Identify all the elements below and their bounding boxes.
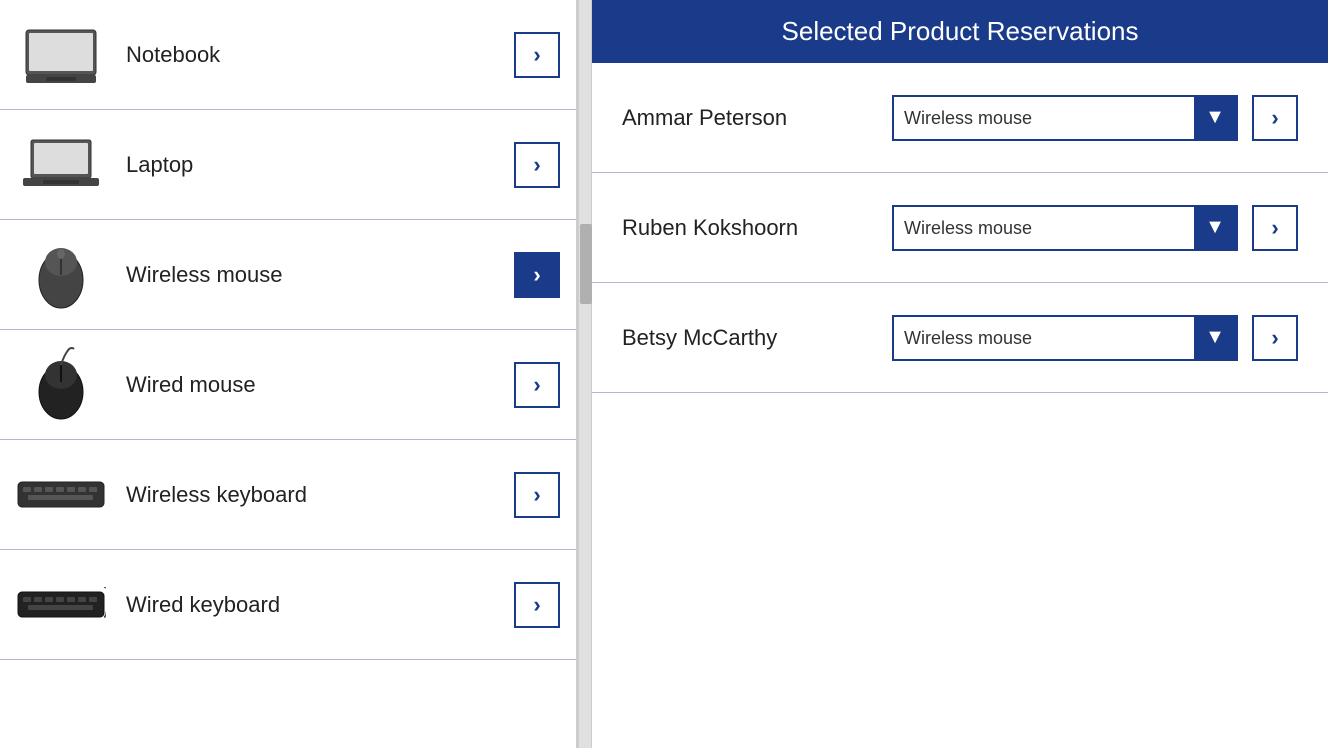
- chevron-right-icon: ›: [1271, 325, 1278, 351]
- list-item[interactable]: Wireless keyboard ›: [0, 440, 576, 550]
- betsy-row-chevron-button[interactable]: ›: [1252, 315, 1298, 361]
- wired-mouse-icon: [16, 347, 106, 422]
- chevron-right-icon: ›: [533, 482, 540, 508]
- chevron-right-icon: ›: [533, 262, 540, 288]
- wired-keyboard-icon: [16, 567, 106, 642]
- chevron-right-icon: ›: [533, 372, 540, 398]
- wired-keyboard-chevron-button[interactable]: ›: [514, 582, 560, 628]
- select-arrow-ammar: ▼: [1194, 97, 1236, 139]
- list-item[interactable]: Wireless mouse ›: [0, 220, 576, 330]
- chevron-down-icon: ▼: [1205, 326, 1225, 349]
- laptop-icon: [16, 127, 106, 202]
- wireless-mouse-icon: [16, 237, 106, 312]
- product-list: Notebook › Laptop ›: [0, 0, 578, 748]
- product-select-ammar[interactable]: Wireless mouse Wired mouse Wireless keyb…: [894, 97, 1194, 139]
- chevron-down-icon: ▼: [1205, 216, 1225, 239]
- person-name-betsy: Betsy McCarthy: [622, 325, 892, 351]
- product-name-notebook: Notebook: [126, 42, 504, 68]
- wireless-keyboard-icon: [16, 457, 106, 532]
- reservation-row: Ruben Kokshoorn Wireless mouse Wired mou…: [592, 173, 1328, 283]
- reservations-panel: Selected Product Reservations Ammar Pete…: [592, 0, 1328, 748]
- scrollbar[interactable]: [578, 0, 592, 748]
- reservations-title: Selected Product Reservations: [782, 16, 1139, 46]
- ruben-row-chevron-button[interactable]: ›: [1252, 205, 1298, 251]
- product-select-container-ruben: Wireless mouse Wired mouse Wireless keyb…: [892, 205, 1238, 251]
- list-item[interactable]: Notebook ›: [0, 0, 576, 110]
- reservation-row: Ammar Peterson Wireless mouse Wired mous…: [592, 63, 1328, 173]
- wireless-keyboard-chevron-button[interactable]: ›: [514, 472, 560, 518]
- product-select-container-betsy: Wireless mouse Wired mouse Wireless keyb…: [892, 315, 1238, 361]
- chevron-right-icon: ›: [533, 592, 540, 618]
- chevron-right-icon: ›: [533, 42, 540, 68]
- product-name-wired-mouse: Wired mouse: [126, 372, 504, 398]
- wired-mouse-chevron-button[interactable]: ›: [514, 362, 560, 408]
- person-name-ammar: Ammar Peterson: [622, 105, 892, 131]
- product-name-wired-keyboard: Wired keyboard: [126, 592, 504, 618]
- notebook-icon: [16, 17, 106, 92]
- product-select-ruben[interactable]: Wireless mouse Wired mouse Wireless keyb…: [894, 207, 1194, 249]
- ammar-row-chevron-button[interactable]: ›: [1252, 95, 1298, 141]
- scrollbar-thumb[interactable]: [580, 224, 592, 304]
- chevron-right-icon: ›: [533, 152, 540, 178]
- chevron-right-icon: ›: [1271, 215, 1278, 241]
- list-item[interactable]: Laptop ›: [0, 110, 576, 220]
- laptop-chevron-button[interactable]: ›: [514, 142, 560, 188]
- product-select-betsy[interactable]: Wireless mouse Wired mouse Wireless keyb…: [894, 317, 1194, 359]
- product-name-wireless-keyboard: Wireless keyboard: [126, 482, 504, 508]
- chevron-down-icon: ▼: [1205, 106, 1225, 129]
- product-name-wireless-mouse: Wireless mouse: [126, 262, 504, 288]
- product-name-laptop: Laptop: [126, 152, 504, 178]
- list-item[interactable]: Wired mouse ›: [0, 330, 576, 440]
- select-arrow-ruben: ▼: [1194, 207, 1236, 249]
- reservation-row: Betsy McCarthy Wireless mouse Wired mous…: [592, 283, 1328, 393]
- select-arrow-betsy: ▼: [1194, 317, 1236, 359]
- product-select-wrapper-ruben: Wireless mouse Wired mouse Wireless keyb…: [892, 205, 1298, 251]
- notebook-chevron-button[interactable]: ›: [514, 32, 560, 78]
- list-item[interactable]: Wired keyboard ›: [0, 550, 576, 660]
- product-select-wrapper-betsy: Wireless mouse Wired mouse Wireless keyb…: [892, 315, 1298, 361]
- chevron-right-icon: ›: [1271, 105, 1278, 131]
- reservations-header: Selected Product Reservations: [592, 0, 1328, 63]
- wireless-mouse-chevron-button[interactable]: ›: [514, 252, 560, 298]
- product-select-container-ammar: Wireless mouse Wired mouse Wireless keyb…: [892, 95, 1238, 141]
- person-name-ruben: Ruben Kokshoorn: [622, 215, 892, 241]
- product-select-wrapper-ammar: Wireless mouse Wired mouse Wireless keyb…: [892, 95, 1298, 141]
